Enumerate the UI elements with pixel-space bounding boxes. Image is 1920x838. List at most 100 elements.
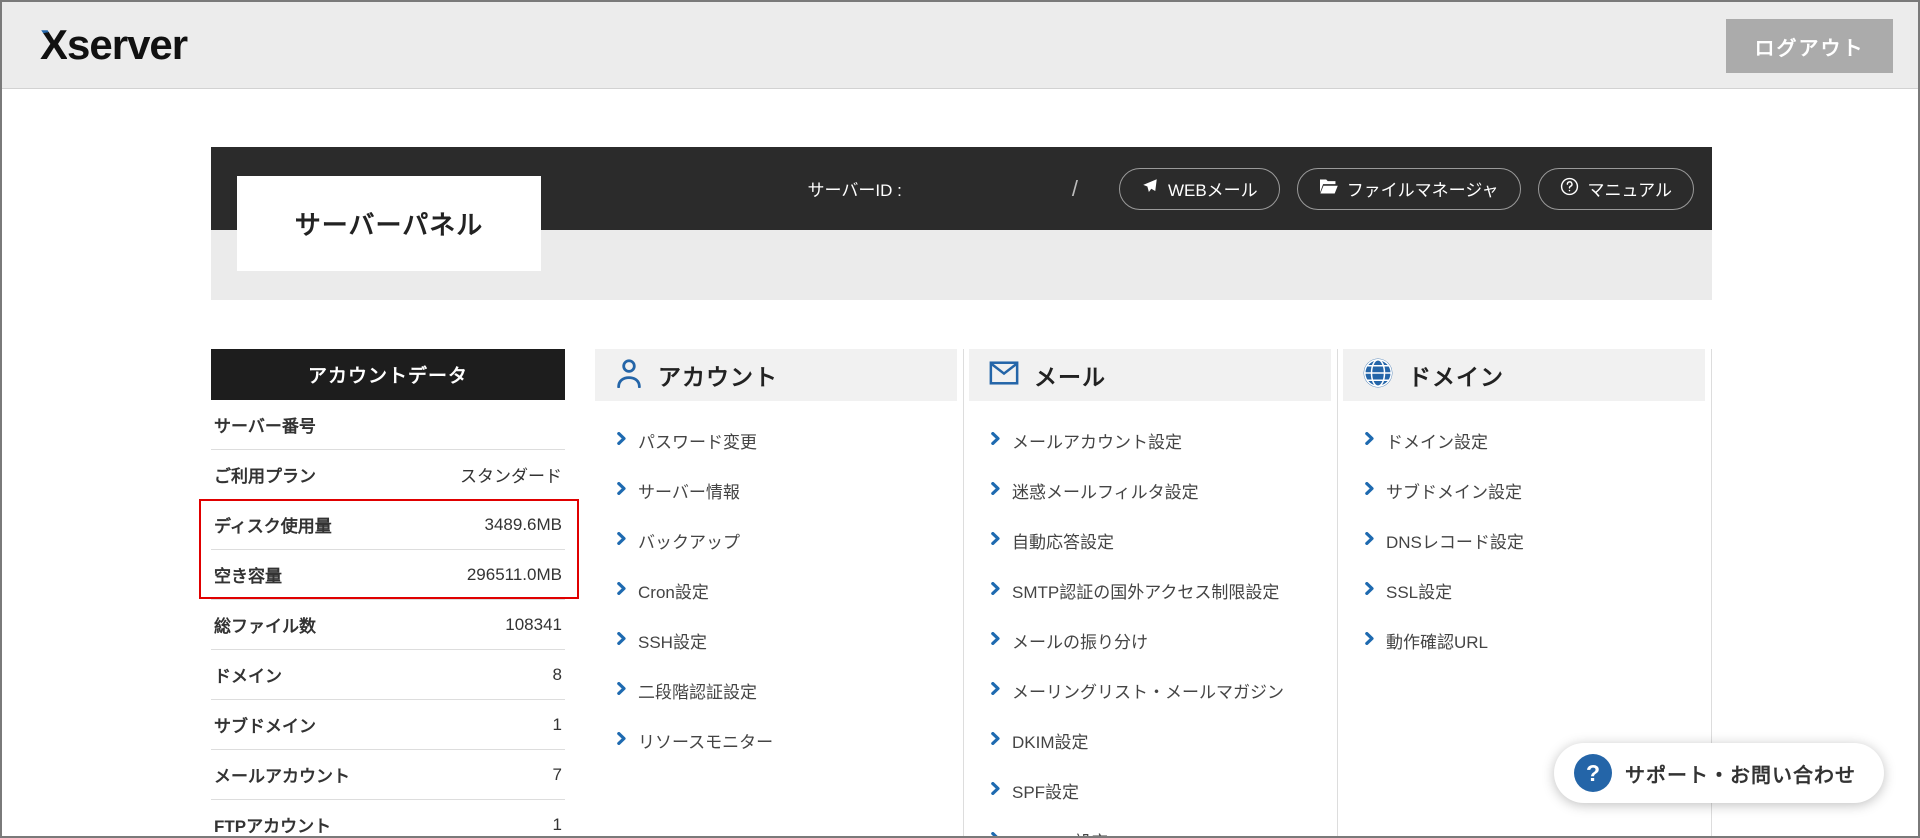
menu-item[interactable]: パスワード変更 <box>595 415 963 465</box>
question-circle-icon <box>1560 177 1579 201</box>
menu-item[interactable]: DMARC設定 <box>969 815 1337 838</box>
account-data-row-value: 7 <box>553 765 562 785</box>
account-menu-column: アカウント パスワード変更 サーバー情報 <box>595 349 964 838</box>
account-data-row-label: 総ファイル数 <box>214 612 316 637</box>
menu-item-label: 自動応答設定 <box>1012 528 1114 553</box>
chevron-right-icon <box>991 680 1000 700</box>
support-contact-label: サポート・お問い合わせ <box>1625 759 1856 788</box>
mail-menu-column: メール メールアカウント設定 迷惑メールフィルタ設定 <box>969 349 1338 838</box>
menu-item-label: SSL設定 <box>1386 578 1452 603</box>
logout-button[interactable]: ログアウト <box>1726 19 1893 73</box>
account-data-row: ディスク使用量 3489.6MB <box>211 500 565 550</box>
menu-item-label: SPF設定 <box>1012 778 1079 803</box>
account-data-row-label: ご利用プラン <box>214 462 316 487</box>
chevron-right-icon <box>617 630 626 650</box>
support-contact-button[interactable]: ? サポート・お問い合わせ <box>1554 743 1884 803</box>
chevron-right-icon <box>1365 430 1374 450</box>
server-id-label: サーバーID : <box>808 176 902 201</box>
chevron-right-icon <box>991 580 1000 600</box>
xserver-logo-x: X <box>40 21 67 69</box>
globe-icon <box>1363 358 1393 393</box>
account-column-title: アカウント <box>658 358 778 392</box>
menu-item[interactable]: SMTP認証の国外アクセス制限設定 <box>969 565 1337 615</box>
account-data-row-value: スタンダード <box>460 462 562 487</box>
banner: サーバーID : / WEBメール ファイルマネージャ マニュアル <box>211 147 1712 300</box>
account-data-row-value: 3489.6MB <box>485 515 563 535</box>
domain-menu-list: ドメイン設定 サブドメイン設定 DNSレコード設定 <box>1343 401 1711 665</box>
page-title: サーバーパネル <box>295 205 483 242</box>
chevron-right-icon <box>617 430 626 450</box>
menu-item[interactable]: 迷惑メールフィルタ設定 <box>969 465 1337 515</box>
menu-item[interactable]: メーリングリスト・メールマガジン <box>969 665 1337 715</box>
menu-item[interactable]: SPF設定 <box>969 765 1337 815</box>
menu-item-label: 二段階認証設定 <box>638 678 757 703</box>
mail-icon <box>989 361 1019 390</box>
account-data-row-label: サーバー番号 <box>214 412 316 437</box>
chevron-right-icon <box>617 480 626 500</box>
menu-item-label: 迷惑メールフィルタ設定 <box>1012 478 1199 503</box>
menu-item-label: SMTP認証の国外アクセス制限設定 <box>1012 578 1279 603</box>
account-data-row-value: 296511.0MB <box>467 565 562 585</box>
menu-item[interactable]: バックアップ <box>595 515 963 565</box>
account-data-row: ドメイン 8 <box>211 650 565 700</box>
account-data-row-value: 108341 <box>505 615 562 635</box>
menu-item[interactable]: SSL設定 <box>1343 565 1711 615</box>
account-menu-list: パスワード変更 サーバー情報 バックアップ <box>595 401 963 765</box>
chevron-right-icon <box>991 830 1000 838</box>
chevron-right-icon <box>991 480 1000 500</box>
banner-divider: / <box>1072 176 1078 202</box>
account-data-row-label: ディスク使用量 <box>214 512 332 537</box>
menu-item[interactable]: 自動応答設定 <box>969 515 1337 565</box>
chevron-right-icon <box>617 530 626 550</box>
chevron-right-icon <box>1365 480 1374 500</box>
xserver-logo: Xserver <box>40 21 187 69</box>
chevron-right-icon <box>617 730 626 750</box>
top-header: Xserver ログアウト <box>2 2 1918 89</box>
chevron-right-icon <box>617 680 626 700</box>
menu-item[interactable]: DKIM設定 <box>969 715 1337 765</box>
manual-button-label: マニュアル <box>1588 176 1673 201</box>
account-data-title: アカウントデータ <box>211 349 565 400</box>
menu-item[interactable]: ドメイン設定 <box>1343 415 1711 465</box>
account-data-row-label: ドメイン <box>214 662 282 687</box>
account-data-row-label: メールアカウント <box>214 762 350 787</box>
menu-item[interactable]: メールの振り分け <box>969 615 1337 665</box>
menu-item[interactable]: DNSレコード設定 <box>1343 515 1711 565</box>
mail-column-header: メール <box>969 349 1331 401</box>
account-data-row-label: サブドメイン <box>214 712 316 737</box>
menu-item[interactable]: 二段階認証設定 <box>595 665 963 715</box>
menu-item[interactable]: 動作確認URL <box>1343 615 1711 665</box>
chevron-right-icon <box>991 730 1000 750</box>
chevron-right-icon <box>1365 630 1374 650</box>
webmail-button[interactable]: WEBメール <box>1119 168 1280 210</box>
menu-item-label: 動作確認URL <box>1386 628 1488 653</box>
menu-columns: アカウント パスワード変更 サーバー情報 <box>595 349 1712 838</box>
chevron-right-icon <box>1365 580 1374 600</box>
user-icon <box>615 358 643 393</box>
manual-button[interactable]: マニュアル <box>1538 168 1695 210</box>
menu-item-label: バックアップ <box>638 528 740 553</box>
account-data-row: 空き容量 296511.0MB <box>211 550 565 600</box>
menu-item-label: リソースモニター <box>638 728 773 753</box>
menu-item-label: サブドメイン設定 <box>1386 478 1522 503</box>
account-data-row-label: FTPアカウント <box>214 812 331 837</box>
account-data-row: ご利用プラン スタンダード <box>211 450 565 500</box>
menu-item-label: DMARC設定 <box>1012 828 1108 838</box>
mail-column-title: メール <box>1034 358 1106 392</box>
chevron-right-icon <box>1365 530 1374 550</box>
domain-column-header: ドメイン <box>1343 349 1705 401</box>
menu-item[interactable]: SSH設定 <box>595 615 963 665</box>
paper-plane-icon <box>1141 177 1159 200</box>
menu-item[interactable]: Cron設定 <box>595 565 963 615</box>
chevron-right-icon <box>991 430 1000 450</box>
webmail-button-label: WEBメール <box>1168 176 1258 201</box>
menu-item[interactable]: リソースモニター <box>595 715 963 765</box>
menu-item[interactable]: サーバー情報 <box>595 465 963 515</box>
menu-item[interactable]: メールアカウント設定 <box>969 415 1337 465</box>
server-panel-title-box: サーバーパネル <box>237 176 541 271</box>
account-data-row: メールアカウント 7 <box>211 750 565 800</box>
menu-item[interactable]: サブドメイン設定 <box>1343 465 1711 515</box>
menu-item-label: メールの振り分け <box>1012 628 1148 653</box>
file-manager-button[interactable]: ファイルマネージャ <box>1297 168 1521 210</box>
account-data-panel: アカウントデータ サーバー番号 ご利用プラン スタンダード ディスク使用量 34… <box>211 349 565 838</box>
